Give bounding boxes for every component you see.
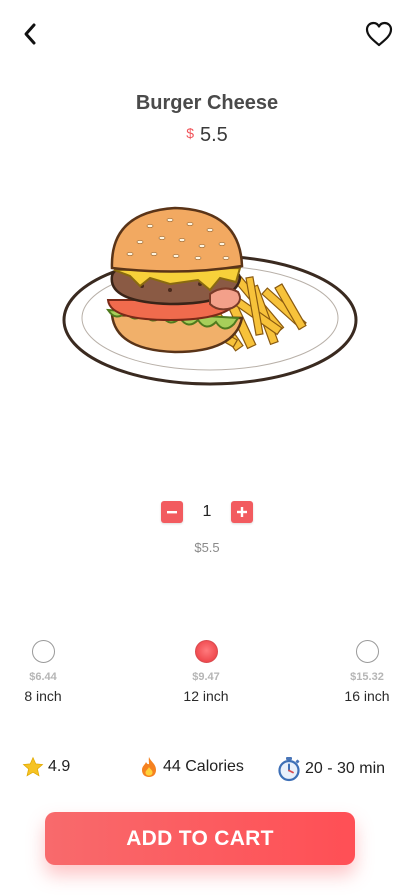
time-value: 20 - 30 min [305, 760, 386, 777]
size-price: $9.47 [192, 671, 220, 683]
add-to-cart-label: ADD TO CART [126, 826, 274, 850]
star-icon [22, 756, 44, 778]
size-option-8-inch[interactable]: $6.44 8 inch [0, 640, 88, 704]
size-label: 8 inch [24, 688, 62, 704]
price-value: 5.5 [199, 124, 228, 146]
stopwatch-icon [277, 756, 301, 782]
burger-image [62, 206, 358, 386]
product-price: $5.5 [0, 124, 414, 147]
calories-stat: 44 Calories [139, 756, 244, 778]
quantity-value: 1 [202, 503, 212, 520]
size-label: 16 inch [344, 688, 390, 704]
size-radio[interactable] [31, 640, 55, 663]
subtotal-price: $5.5 [194, 540, 220, 555]
top-bar [0, 0, 414, 66]
plus-icon [237, 507, 247, 517]
heart-icon [365, 21, 393, 47]
fire-icon [139, 756, 159, 778]
size-options: $6.44 8 inch $9.47 12 inch $15.32 16 inc… [0, 640, 414, 710]
product-stats: 4.9 44 Calories 20 - 30 min [0, 756, 414, 784]
time-stat: 20 - 30 min [277, 756, 385, 782]
size-price: $6.44 [29, 671, 57, 683]
minus-icon [167, 511, 177, 514]
size-option-16-inch[interactable]: $15.32 16 inch [322, 640, 412, 704]
currency-symbol: $ [186, 125, 194, 141]
size-radio[interactable] [355, 640, 379, 663]
size-option-12-inch[interactable]: $9.47 12 inch [161, 640, 251, 704]
chevron-left-icon [24, 23, 36, 45]
rating-stat: 4.9 [22, 756, 70, 778]
size-price: $15.32 [350, 671, 384, 683]
favorite-button[interactable] [362, 17, 396, 51]
calories-value: 44 Calories [163, 758, 244, 775]
increase-quantity-button[interactable] [231, 501, 253, 523]
quantity-stepper: 1 [0, 501, 414, 523]
decrease-quantity-button[interactable] [161, 501, 183, 523]
size-radio[interactable] [194, 640, 218, 663]
product-title: Burger Cheese [135, 92, 279, 114]
size-label: 12 inch [183, 688, 229, 704]
rating-value: 4.9 [48, 758, 71, 775]
back-button[interactable] [14, 18, 46, 50]
add-to-cart-button[interactable]: ADD TO CART [45, 812, 355, 865]
